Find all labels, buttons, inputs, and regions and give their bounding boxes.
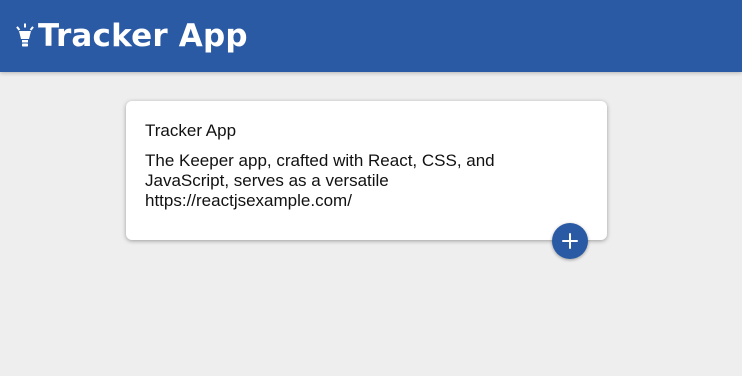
note-card: Tracker App The Keeper app, crafted with…: [126, 101, 607, 240]
plus-icon: [561, 232, 579, 250]
add-note-button[interactable]: [552, 223, 588, 259]
app-header: Tracker App: [0, 0, 742, 72]
lightbulb-icon: [14, 22, 36, 50]
note-title: Tracker App: [145, 121, 237, 140]
app-title: Tracker App: [38, 17, 248, 54]
note-content: The Keeper app, crafted with React, CSS,…: [145, 151, 495, 210]
